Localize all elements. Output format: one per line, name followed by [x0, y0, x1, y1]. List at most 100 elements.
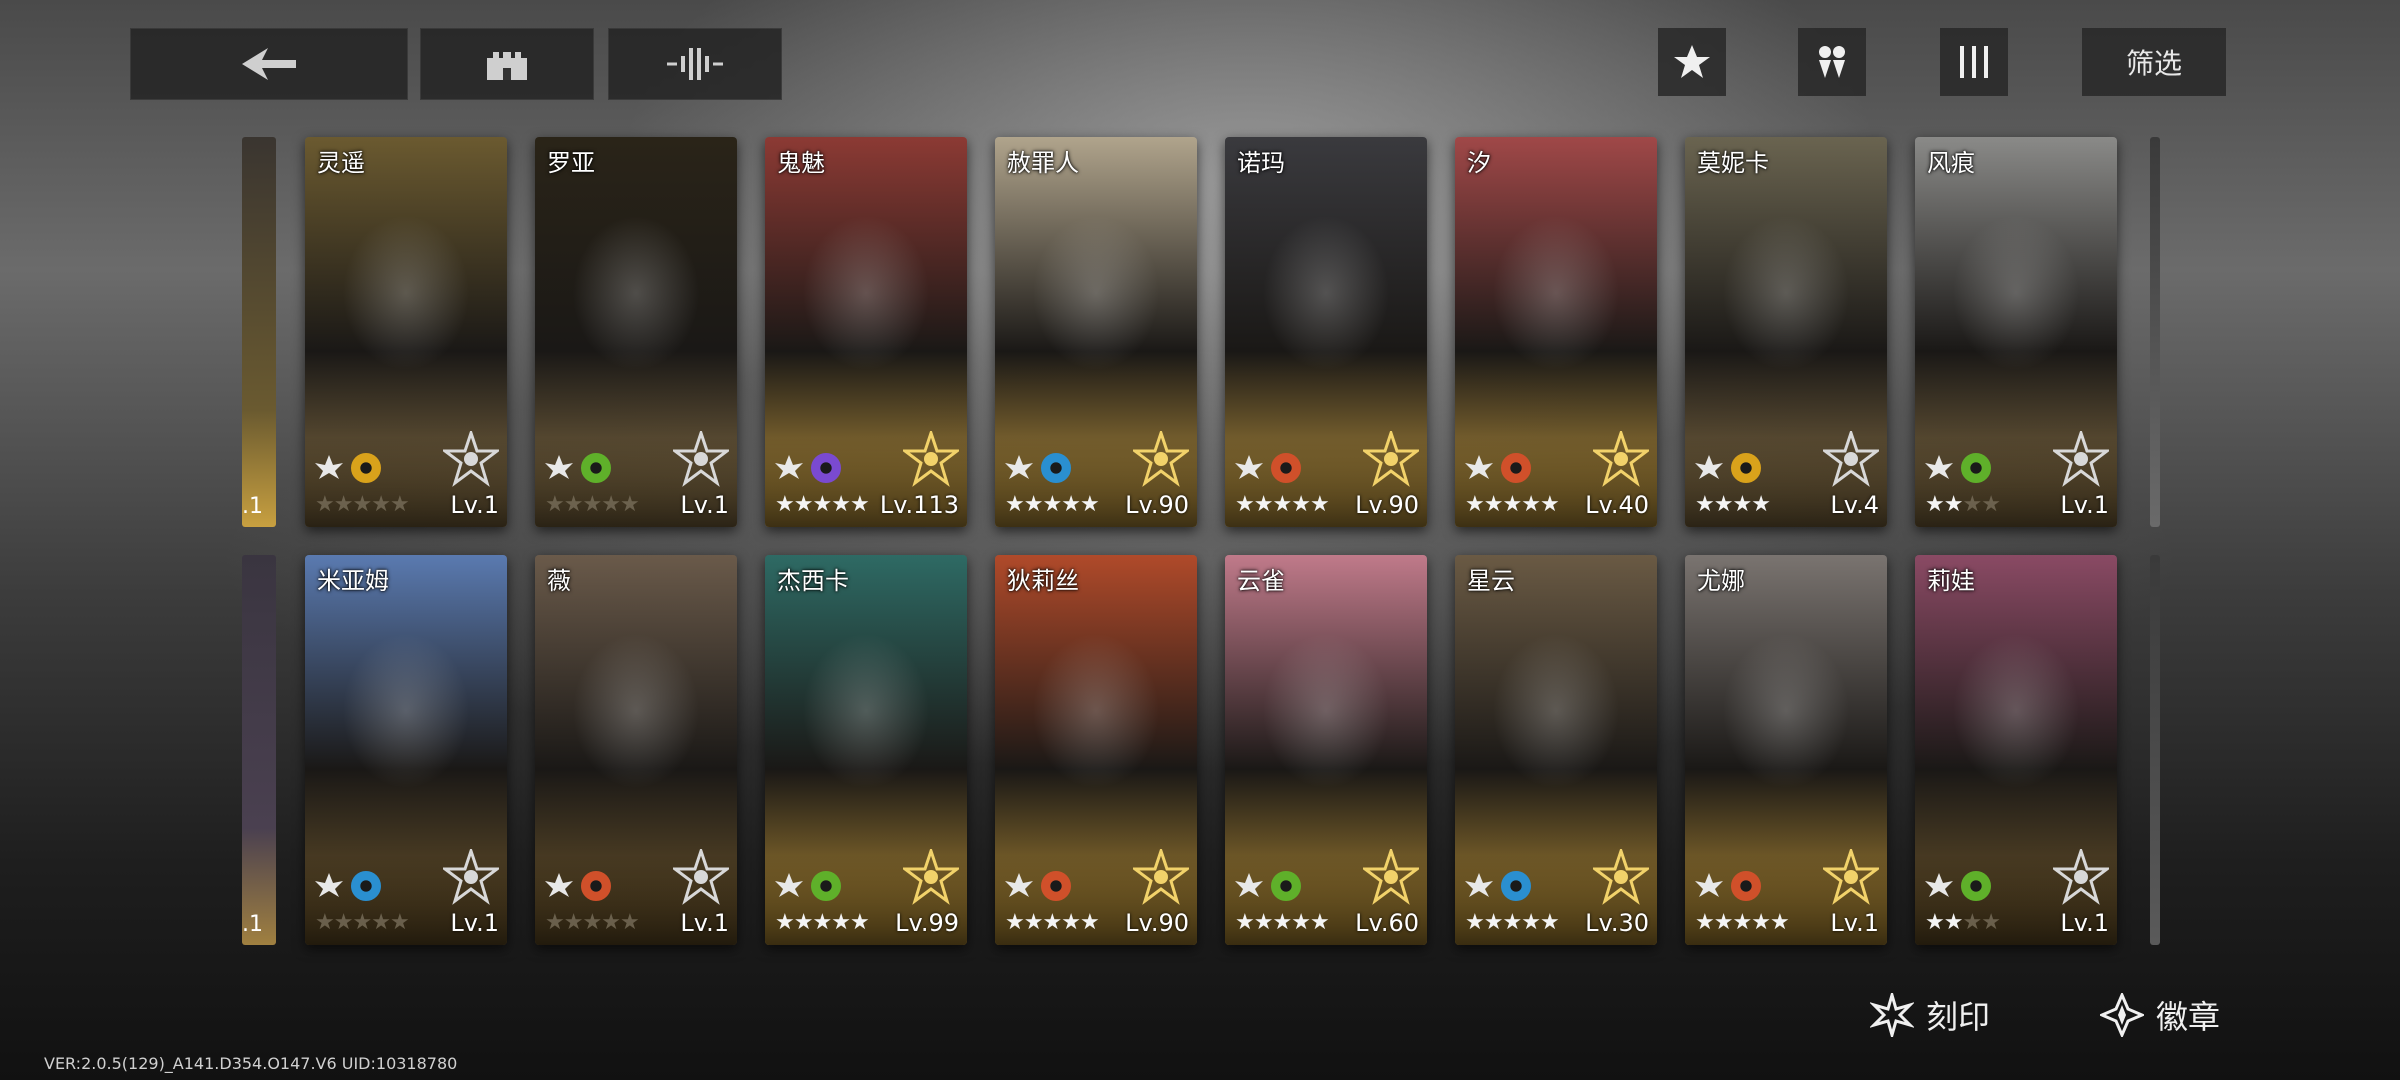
- rating-star: ★: [1272, 910, 1292, 935]
- partial-card-right-row2[interactable]: [2150, 555, 2160, 945]
- rating-star: ★: [1925, 910, 1945, 935]
- class-icon: [545, 873, 573, 897]
- rating-star: ★: [1042, 492, 1062, 517]
- character-name: 鬼魅: [777, 149, 825, 177]
- character-card[interactable]: 米亚姆 ★★★★★ Lv.1: [305, 555, 507, 945]
- element-icon: [581, 871, 611, 901]
- class-icon: [545, 455, 573, 479]
- rating-star: ★: [1521, 492, 1541, 517]
- rank-emblem-icon: [443, 431, 499, 487]
- character-card[interactable]: 狄莉丝 ★★★★★ Lv.90: [995, 555, 1197, 945]
- class-icon: [1465, 455, 1493, 479]
- character-card[interactable]: 莉娃 ★★★★ Lv.1: [1915, 555, 2117, 945]
- favorite-button[interactable]: [1658, 28, 1726, 96]
- element-icon: [1961, 453, 1991, 483]
- rating-star: ★: [1023, 910, 1044, 935]
- back-button[interactable]: [130, 28, 408, 100]
- rank-emblem-icon: [1363, 849, 1419, 905]
- rating-star: ★: [1079, 910, 1100, 935]
- character-name: 薇: [547, 567, 571, 595]
- partial-card-left-row2[interactable]: .1: [242, 555, 276, 945]
- class-icon: [1465, 873, 1493, 897]
- engrave-icon: [1870, 993, 1914, 1037]
- character-card[interactable]: 薇 ★★★★★ Lv.1: [535, 555, 737, 945]
- filter-button[interactable]: 筛选: [2082, 28, 2226, 96]
- star-rating: ★★★★★: [545, 910, 640, 935]
- rating-star: ★: [1465, 492, 1485, 517]
- rating-star: ★: [601, 492, 621, 517]
- rating-star: ★: [1713, 492, 1734, 517]
- class-icon: [1235, 873, 1263, 897]
- rating-star: ★: [389, 492, 410, 517]
- rating-star: ★: [1483, 492, 1504, 517]
- rating-star: ★: [371, 910, 391, 935]
- rating-star: ★: [831, 910, 851, 935]
- class-icon: [775, 873, 803, 897]
- rating-star: ★: [1061, 910, 1081, 935]
- character-name: 米亚姆: [317, 567, 389, 595]
- rating-star: ★: [315, 910, 335, 935]
- rating-star: ★: [1465, 910, 1485, 935]
- star-rating: ★★★★★: [775, 492, 870, 517]
- character-card[interactable]: 莫妮卡 ★★★★ Lv.4: [1685, 137, 1887, 527]
- columns-button[interactable]: [1940, 28, 2008, 96]
- rating-star: ★: [545, 492, 565, 517]
- rank-emblem-icon: [1823, 431, 1879, 487]
- character-level: Lv.90: [1125, 909, 1189, 937]
- character-name: 杰西卡: [777, 567, 849, 595]
- rating-star: ★: [1079, 492, 1100, 517]
- rating-star: ★: [1291, 492, 1311, 517]
- rating-star: ★: [831, 492, 851, 517]
- engrave-link[interactable]: 刻印: [1870, 990, 1990, 1040]
- character-level: Lv.1: [680, 909, 729, 937]
- character-name: 罗亚: [547, 149, 595, 177]
- rating-star: ★: [1943, 492, 1964, 517]
- rating-star: ★: [812, 910, 832, 935]
- character-card[interactable]: 云雀 ★★★★★ Lv.60: [1225, 555, 1427, 945]
- class-icon: [1005, 455, 1033, 479]
- character-level: Lv.1: [2060, 909, 2109, 937]
- class-icon: [315, 873, 343, 897]
- star-rating: ★★★★★: [1465, 910, 1560, 935]
- team-icon: [1819, 46, 1845, 78]
- rating-star: ★: [793, 910, 814, 935]
- character-card[interactable]: 诺玛 ★★★★★ Lv.90: [1225, 137, 1427, 527]
- character-card[interactable]: 尤娜 ★★★★★ Lv.1: [1685, 555, 1887, 945]
- rating-star: ★: [1061, 492, 1081, 517]
- base-button[interactable]: [420, 28, 594, 100]
- rating-star: ★: [1005, 910, 1025, 935]
- wave-button[interactable]: [608, 28, 782, 100]
- star-rating: ★★★★: [1925, 910, 2001, 935]
- character-card[interactable]: 风痕 ★★★★ Lv.1: [1915, 137, 2117, 527]
- character-card[interactable]: 罗亚 ★★★★★ Lv.1: [535, 137, 737, 527]
- rating-star: ★: [601, 910, 621, 935]
- partial-card-left-row1[interactable]: .1: [242, 137, 276, 527]
- team-button[interactable]: [1798, 28, 1866, 96]
- rating-star: ★: [1272, 492, 1292, 517]
- rank-emblem-icon: [903, 849, 959, 905]
- character-card[interactable]: 星云 ★★★★★ Lv.30: [1455, 555, 1657, 945]
- rating-star: ★: [333, 492, 354, 517]
- character-level: Lv.1: [450, 909, 499, 937]
- character-card[interactable]: 鬼魅 ★★★★★ Lv.113: [765, 137, 967, 527]
- rating-star: ★: [545, 910, 565, 935]
- star-rating: ★★★★★: [545, 492, 640, 517]
- rating-star: ★: [1309, 910, 1330, 935]
- rating-star: ★: [315, 492, 335, 517]
- character-card[interactable]: 汐 ★★★★★ Lv.40: [1455, 137, 1657, 527]
- character-card[interactable]: 灵遥 ★★★★★ Lv.1: [305, 137, 507, 527]
- rank-emblem-icon: [1593, 431, 1649, 487]
- badge-link[interactable]: 徽章: [2100, 990, 2220, 1040]
- rank-emblem-icon: [903, 431, 959, 487]
- rating-star: ★: [1539, 910, 1560, 935]
- element-icon: [581, 453, 611, 483]
- rank-emblem-icon: [1593, 849, 1649, 905]
- rating-star: ★: [1253, 492, 1274, 517]
- character-card[interactable]: 赦罪人 ★★★★★ Lv.90: [995, 137, 1197, 527]
- badge-icon: [2100, 993, 2144, 1037]
- star-rating: ★★★★★: [1005, 492, 1100, 517]
- character-card[interactable]: 杰西卡 ★★★★★ Lv.99: [765, 555, 967, 945]
- rating-star: ★: [793, 492, 814, 517]
- partial-card-right-row1[interactable]: [2150, 137, 2160, 527]
- rank-emblem-icon: [1363, 431, 1419, 487]
